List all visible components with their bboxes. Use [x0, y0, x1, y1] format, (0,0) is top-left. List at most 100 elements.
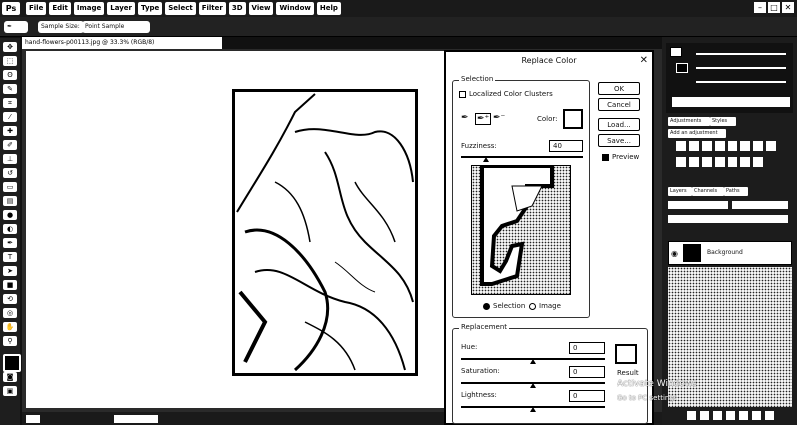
- curves-icon[interactable]: [701, 141, 712, 151]
- quick-mask-icon[interactable]: ◙: [3, 372, 17, 382]
- fuzziness-input[interactable]: 40: [549, 140, 583, 152]
- hue-input[interactable]: 0: [569, 342, 605, 354]
- new-layer-icon[interactable]: [751, 411, 761, 420]
- selection-preview[interactable]: [471, 164, 571, 295]
- tab-layers[interactable]: Layers: [668, 187, 692, 196]
- color-balance-icon[interactable]: [753, 141, 764, 151]
- hand-tool-icon[interactable]: ✋: [3, 322, 17, 332]
- menu-3d[interactable]: 3D: [228, 2, 246, 15]
- healing-brush-icon[interactable]: ✚: [3, 126, 17, 136]
- pen-tool-icon[interactable]: ✒: [3, 238, 17, 248]
- lasso-tool-icon[interactable]: ʘ: [3, 70, 17, 80]
- eyedropper-plus-icon[interactable]: ✒⁺: [475, 113, 492, 125]
- lightness-slider-thumb[interactable]: [530, 407, 536, 412]
- layer-style-icon[interactable]: [699, 411, 709, 420]
- eyedropper-tool-icon[interactable]: ✒: [4, 21, 28, 33]
- eyedropper-minus-icon[interactable]: ✒⁻: [493, 113, 505, 123]
- gradient-map-icon[interactable]: [740, 156, 751, 167]
- saturation-input[interactable]: 0: [569, 366, 605, 378]
- crop-tool-icon[interactable]: ⌗: [3, 98, 17, 108]
- threshold-icon[interactable]: [727, 156, 738, 167]
- fuzziness-slider[interactable]: [461, 156, 583, 158]
- sample-size-select[interactable]: Point Sample: [82, 21, 150, 33]
- menu-type[interactable]: Type: [138, 2, 163, 15]
- tab-styles[interactable]: Styles: [710, 117, 736, 126]
- gradient-tool-icon[interactable]: ▤: [3, 196, 17, 206]
- blur-tool-icon[interactable]: ●: [3, 210, 17, 220]
- dialog-close-icon[interactable]: ✕: [640, 55, 648, 67]
- selective-color-icon[interactable]: [753, 156, 764, 167]
- menu-select[interactable]: Select: [165, 2, 196, 15]
- minimize-button[interactable]: –: [754, 2, 766, 13]
- menu-image[interactable]: Image: [73, 2, 105, 15]
- levels-icon[interactable]: [688, 141, 699, 151]
- delete-layer-icon[interactable]: [764, 411, 774, 420]
- layer-mask-icon[interactable]: [712, 411, 722, 420]
- menu-edit[interactable]: Edit: [49, 2, 71, 15]
- black-white-icon[interactable]: [766, 141, 776, 151]
- blend-mode-select[interactable]: [668, 201, 728, 209]
- brightness-icon[interactable]: [676, 141, 686, 151]
- fg-color-chip[interactable]: [670, 47, 682, 57]
- vibrance-icon[interactable]: [727, 141, 738, 151]
- link-layers-icon[interactable]: [686, 411, 696, 420]
- eyedropper-icon[interactable]: ⁄: [3, 112, 17, 122]
- shape-tool-icon[interactable]: ■: [3, 280, 17, 290]
- hue-slider-thumb[interactable]: [530, 359, 536, 364]
- lock-row[interactable]: [668, 215, 788, 223]
- marquee-tool-icon[interactable]: ⬚: [3, 56, 17, 66]
- foreground-color-swatch[interactable]: [3, 354, 21, 372]
- doc-size-field[interactable]: [114, 415, 158, 423]
- lightness-input[interactable]: 0: [569, 390, 605, 402]
- tab-channels[interactable]: Channels: [692, 187, 724, 196]
- 3d-camera-icon[interactable]: ◎: [3, 308, 17, 318]
- blue-slider[interactable]: [696, 81, 786, 83]
- tab-paths[interactable]: Paths: [724, 187, 748, 196]
- zoom-field[interactable]: [26, 415, 40, 423]
- image-radio[interactable]: [529, 303, 536, 310]
- menu-view[interactable]: View: [248, 2, 274, 15]
- channel-mixer-icon[interactable]: [688, 156, 699, 167]
- menu-window[interactable]: Window: [276, 2, 314, 15]
- save-button[interactable]: Save...: [598, 134, 640, 147]
- document-tab[interactable]: hand-flowers-p00113.jpg @ 33.3% (RGB/8): [22, 37, 222, 49]
- selection-color-swatch[interactable]: [563, 109, 583, 129]
- hue-saturation-icon[interactable]: [740, 141, 751, 151]
- 3d-rotate-icon[interactable]: ⟲: [3, 294, 17, 304]
- cancel-button[interactable]: Cancel: [598, 98, 640, 111]
- bg-color-chip[interactable]: [676, 63, 688, 73]
- dodge-tool-icon[interactable]: ◐: [3, 224, 17, 234]
- fuzziness-slider-thumb[interactable]: [483, 157, 489, 162]
- exposure-icon[interactable]: [714, 141, 725, 151]
- saturation-slider-thumb[interactable]: [530, 383, 536, 388]
- load-button[interactable]: Load...: [598, 118, 640, 131]
- screen-mode-icon[interactable]: ▣: [3, 386, 17, 396]
- red-slider[interactable]: [696, 53, 786, 55]
- quick-select-tool-icon[interactable]: ✎: [3, 84, 17, 94]
- posterize-icon[interactable]: [714, 156, 725, 167]
- menu-layer[interactable]: Layer: [107, 2, 135, 15]
- invert-icon[interactable]: [701, 156, 712, 167]
- maximize-button[interactable]: □: [768, 2, 780, 13]
- localized-clusters-checkbox[interactable]: [459, 91, 466, 98]
- menu-file[interactable]: File: [26, 2, 47, 15]
- color-ramp[interactable]: [672, 97, 790, 107]
- photo-filter-icon[interactable]: [676, 156, 686, 167]
- layer-row-background[interactable]: ◉ Background: [668, 241, 792, 265]
- new-adjustment-icon[interactable]: [725, 411, 735, 420]
- tab-adjustments[interactable]: Adjustments: [668, 117, 710, 126]
- eyedropper-icon[interactable]: ✒: [461, 113, 469, 123]
- ok-button[interactable]: OK: [598, 82, 640, 95]
- path-select-icon[interactable]: ➤: [3, 266, 17, 276]
- result-color-swatch[interactable]: [615, 344, 637, 364]
- new-group-icon[interactable]: [738, 411, 748, 420]
- move-tool-icon[interactable]: ✥: [3, 42, 17, 52]
- eye-icon[interactable]: ◉: [671, 249, 678, 258]
- selection-radio[interactable]: [483, 303, 490, 310]
- brush-tool-icon[interactable]: ✐: [3, 140, 17, 150]
- eraser-tool-icon[interactable]: ▭: [3, 182, 17, 192]
- close-window-button[interactable]: ✕: [782, 2, 794, 13]
- preview-checkbox[interactable]: [602, 154, 609, 161]
- clone-stamp-icon[interactable]: ⊥: [3, 154, 17, 164]
- history-brush-icon[interactable]: ↺: [3, 168, 17, 178]
